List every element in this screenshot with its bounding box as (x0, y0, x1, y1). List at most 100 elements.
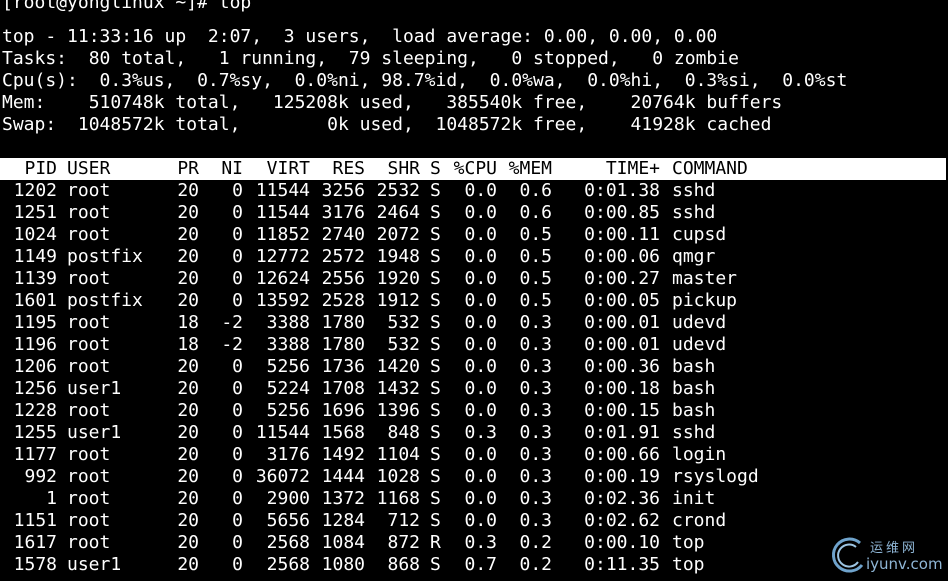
cell-cpu: 0.0 (464, 356, 497, 377)
cell-mem: 0.3 (519, 356, 552, 377)
cell-shr: 1168 (376, 488, 420, 509)
cell-user: root (67, 444, 111, 465)
cell-state: S (430, 554, 441, 575)
cell-shr: 2464 (376, 202, 420, 223)
cell-virt: 11852 (255, 224, 310, 245)
cell-cpu: 0.0 (464, 246, 497, 267)
cell-command: bash (672, 356, 716, 377)
process-row: 1139 root 20 0 12624 2556 1920 S 0.0 0.5 0:00.27 ma… (0, 268, 948, 290)
cell-user: root (67, 488, 111, 509)
cell-virt: 2568 (266, 532, 310, 553)
cell-mem: 0.3 (519, 400, 552, 421)
column-header-command: COMMAND (672, 158, 748, 179)
cell-cpu: 0.0 (464, 378, 497, 399)
cell-res: 3256 (321, 180, 365, 201)
cell-command: udevd (672, 334, 727, 355)
cell-user: root (67, 356, 111, 377)
cell-command: top (672, 554, 705, 575)
cell-cpu: 0.7 (464, 554, 497, 575)
summary-swap-line: Swap: 1048572k total, 0k used, 1048572k … (2, 114, 772, 135)
cell-virt: 2568 (266, 554, 310, 575)
cell-command: init (672, 488, 716, 509)
process-row: 1251 root 20 0 11544 3176 2464 S 0.0 0.6 0:00.85 ss… (0, 202, 948, 224)
column-header-time: TIME+ (605, 158, 660, 179)
cell-virt: 5656 (266, 510, 310, 531)
cell-mem: 0.3 (519, 334, 552, 355)
cell-shr: 532 (387, 312, 420, 333)
cell-pid: 1601 (13, 290, 57, 311)
cell-virt: 2900 (266, 488, 310, 509)
process-row: 1617 root 20 0 2568 1084 872 R 0.3 0.2 0:00.10 top (0, 532, 948, 554)
terminal-window[interactable]: [root@yonglinux ~]# top top - 11:33:16 u… (0, 0, 948, 581)
column-header-virt: VIRT (266, 158, 310, 179)
process-row: 1149 postfix 20 0 12772 2572 1948 S 0.0 0.5 0:00.0… (0, 246, 948, 268)
cell-mem: 0.5 (519, 290, 552, 311)
cell-time: 0:01.38 (584, 180, 660, 201)
cell-pr: 20 (177, 290, 199, 311)
command-prompt-line: [root@yonglinux ~]# top (2, 0, 252, 13)
cell-user: user1 (67, 554, 122, 575)
cell-mem: 0.3 (519, 378, 552, 399)
cell-mem: 0.3 (519, 312, 552, 333)
cell-state: S (430, 400, 441, 421)
cell-user: root (67, 466, 111, 487)
cell-virt: 13592 (255, 290, 310, 311)
cell-res: 2528 (321, 290, 365, 311)
cell-state: S (430, 224, 441, 245)
cell-res: 1780 (321, 334, 365, 355)
cell-pr: 20 (177, 180, 199, 201)
cell-user: root (67, 400, 111, 421)
process-row: 1151 root 20 0 5656 1284 712 S 0.0 0.3 0:02.62 cron… (0, 510, 948, 532)
cell-time: 0:00.19 (584, 466, 660, 487)
process-row: 1256 user1 20 0 5224 1708 1432 S 0.0 0.3 0:00.18 ba… (0, 378, 948, 400)
cell-time: 0:00.10 (584, 532, 660, 553)
cell-pid: 1 (46, 488, 57, 509)
cell-pr: 20 (177, 202, 199, 223)
summary-cpu-line: Cpu(s): 0.3%us, 0.7%sy, 0.0%ni, 98.7%id,… (2, 70, 848, 91)
cell-pid: 1024 (13, 224, 57, 245)
cell-res: 1708 (321, 378, 365, 399)
cell-user: root (67, 180, 111, 201)
cell-ni: 0 (232, 510, 243, 531)
process-row: 1255 user1 20 0 11544 1568 848 S 0.3 0.3 0:01.91 ss… (0, 422, 948, 444)
cell-user: root (67, 224, 111, 245)
cell-pid: 1578 (13, 554, 57, 575)
cell-state: S (430, 488, 441, 509)
cell-mem: 0.5 (519, 268, 552, 289)
cell-pid: 1255 (13, 422, 57, 443)
cell-ni: 0 (232, 400, 243, 421)
watermark-top-text: 运维网 (870, 541, 919, 556)
cell-res: 1444 (321, 466, 365, 487)
column-header-shr: SHR (387, 158, 420, 179)
column-header-state: S (430, 158, 441, 179)
cell-shr: 872 (387, 532, 420, 553)
cell-mem: 0.6 (519, 180, 552, 201)
column-header-pid: PID (24, 158, 57, 179)
cell-pr: 18 (177, 312, 199, 333)
cell-state: S (430, 312, 441, 333)
cell-user: user1 (67, 378, 122, 399)
column-header-ni: NI (221, 158, 243, 179)
cell-virt: 3388 (266, 334, 310, 355)
cell-shr: 1432 (376, 378, 420, 399)
cell-user: user1 (67, 422, 122, 443)
cell-command: pickup (672, 290, 738, 311)
cell-mem: 0.3 (519, 444, 552, 465)
cell-state: S (430, 510, 441, 531)
column-header-res: RES (332, 158, 365, 179)
cell-ni: 0 (232, 444, 243, 465)
cell-user: root (67, 334, 111, 355)
cell-ni: 0 (232, 290, 243, 311)
cell-res: 1780 (321, 312, 365, 333)
cell-ni: -2 (221, 312, 243, 333)
cell-time: 0:00.27 (584, 268, 660, 289)
cell-mem: 0.3 (519, 510, 552, 531)
cell-mem: 0.3 (519, 466, 552, 487)
cell-cpu: 0.0 (464, 400, 497, 421)
cell-pr: 20 (177, 510, 199, 531)
cell-res: 1492 (321, 444, 365, 465)
cell-state: S (430, 334, 441, 355)
cell-ni: 0 (232, 488, 243, 509)
cell-pid: 1177 (13, 444, 57, 465)
cell-shr: 868 (387, 554, 420, 575)
